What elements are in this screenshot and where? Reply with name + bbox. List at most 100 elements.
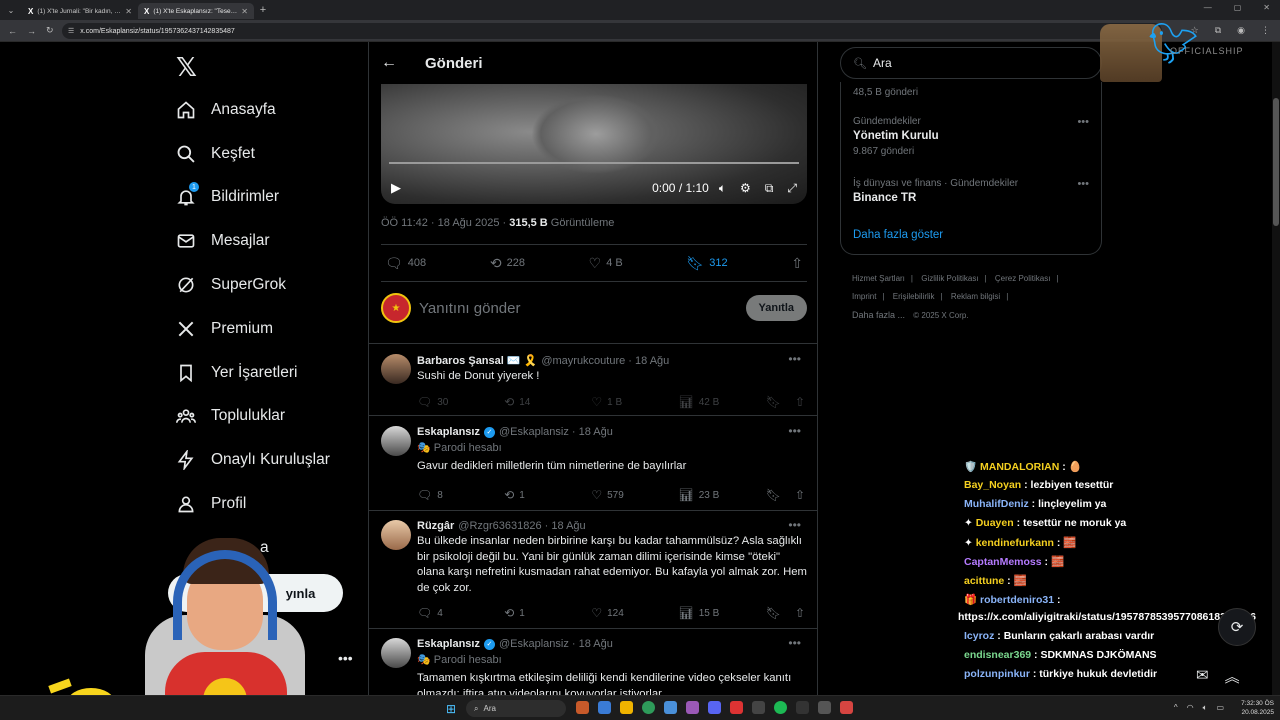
trend-item[interactable]: Gündemdekiler Yönetim Kurulu 9.867 gönde… bbox=[853, 116, 1089, 157]
like-action[interactable]: ♡ 124 bbox=[591, 606, 678, 620]
chevron-up-icon[interactable]: ^ bbox=[1174, 703, 1178, 713]
taskbar-app-icon[interactable] bbox=[840, 701, 853, 714]
footer-link[interactable]: Reklam bilgisi bbox=[951, 292, 1000, 301]
messages-drawer-icon[interactable]: ✉ bbox=[1196, 666, 1209, 687]
taskbar-search[interactable]: ⌕ Ara bbox=[466, 700, 566, 717]
settings-gear-icon[interactable]: ⚙ bbox=[740, 181, 751, 196]
volume-icon[interactable]: 🔈︎ bbox=[1203, 703, 1208, 713]
battery-icon[interactable]: ▭ bbox=[1216, 703, 1224, 713]
reply-input[interactable]: Yanıtını gönder bbox=[419, 300, 520, 317]
share-action[interactable]: ⇧ bbox=[791, 255, 803, 272]
nav-item-supergrok[interactable]: SuperGrok bbox=[176, 263, 330, 307]
close-window-icon[interactable]: ✕ bbox=[1263, 3, 1270, 12]
reply-button[interactable]: Yanıtla bbox=[745, 295, 807, 321]
views-action[interactable]: 📊︎ 23 B bbox=[679, 488, 766, 502]
footer-link[interactable]: Gizlilik Politikası bbox=[921, 274, 978, 283]
post-timestamp[interactable]: ÖÖ 11:42 · 18 Ağu 2025 · bbox=[381, 217, 509, 229]
author-handle[interactable]: @mayrukcouture · 18 Ağu bbox=[541, 355, 669, 367]
repost-action[interactable]: ⟲ 228 bbox=[490, 255, 525, 272]
tab-close-icon[interactable]: ✕ bbox=[241, 7, 248, 16]
avatar[interactable] bbox=[381, 354, 411, 384]
views-action[interactable]: 📊︎ 42 B bbox=[679, 395, 766, 409]
show-more-link[interactable]: Daha fazla göster bbox=[853, 229, 943, 241]
reply-action[interactable]: 🗨︎ 4 bbox=[417, 606, 504, 620]
author-handle[interactable]: @Rzgr63631826 · 18 Ağu bbox=[458, 520, 585, 532]
fullscreen-icon[interactable]: ⤢ bbox=[787, 181, 797, 196]
taskbar-app-icon[interactable] bbox=[796, 701, 809, 714]
x-logo-icon[interactable]: 𝕏 bbox=[176, 52, 197, 83]
expand-up-icon[interactable]: ︽ bbox=[1225, 666, 1240, 687]
volume-icon[interactable]: 🔈︎ bbox=[719, 181, 726, 196]
avatar[interactable] bbox=[381, 426, 411, 456]
bookmark-action[interactable]: 🔖︎ 312 bbox=[686, 255, 727, 272]
reply-action[interactable]: 🗨︎ 30 bbox=[417, 395, 504, 409]
tab-search-icon[interactable]: ⌄ bbox=[0, 0, 22, 20]
discord-icon[interactable] bbox=[708, 701, 721, 714]
author-name[interactable]: Rüzgâr bbox=[417, 520, 454, 532]
taskbar-app-icon[interactable] bbox=[752, 701, 765, 714]
taskbar-app-icon[interactable] bbox=[598, 701, 611, 714]
windows-start-icon[interactable]: ⊞ bbox=[446, 702, 456, 716]
pip-icon[interactable]: ⧉ bbox=[765, 181, 774, 196]
author-handle[interactable]: @Eskaplansiz · 18 Ağu bbox=[499, 638, 613, 650]
nav-item-communities[interactable]: Topluluklar bbox=[176, 395, 330, 439]
views-action[interactable]: 📊︎ 15 B bbox=[679, 606, 766, 620]
repost-action[interactable]: ⟲ 1 bbox=[504, 488, 591, 502]
video-progress-bar[interactable] bbox=[389, 162, 799, 164]
network-icon[interactable]: ◠ bbox=[1187, 703, 1194, 713]
bookmark-icon[interactable]: 🔖︎ bbox=[766, 488, 781, 502]
avatar[interactable] bbox=[381, 520, 411, 550]
taskbar-app-icon[interactable] bbox=[686, 701, 699, 714]
nav-item-home[interactable]: Anasayfa bbox=[176, 88, 330, 132]
share-icon[interactable]: ⇧ bbox=[795, 606, 805, 620]
chrome-icon[interactable] bbox=[642, 701, 655, 714]
back-arrow-icon[interactable]: ← bbox=[381, 54, 397, 72]
share-icon[interactable]: ⇧ bbox=[795, 395, 805, 409]
account-more-icon[interactable]: ••• bbox=[338, 650, 353, 666]
reply-action[interactable]: 🗨︎ 8 bbox=[417, 488, 504, 502]
author-name[interactable]: Eskaplansız bbox=[417, 426, 480, 438]
avatar[interactable]: ★ bbox=[381, 293, 411, 323]
browser-tab-2[interactable]: X (1) X'te Eskaplansız: "Tesettürlü ✕ bbox=[138, 3, 254, 19]
reply-tweet[interactable]: Rüzgâr @Rzgr63631826 · 18 Ağu ••• Bu ülk… bbox=[381, 518, 807, 620]
nav-item-bookmarks[interactable]: Yer İşaretleri bbox=[176, 351, 330, 395]
new-tab-icon[interactable]: + bbox=[254, 4, 272, 16]
avatar[interactable] bbox=[381, 638, 411, 668]
more-icon[interactable]: ••• bbox=[788, 352, 801, 366]
repost-action[interactable]: ⟲ 1 bbox=[504, 606, 591, 620]
taskbar-app-icon[interactable] bbox=[730, 701, 743, 714]
site-info-icon[interactable]: ☰ bbox=[68, 27, 74, 35]
play-icon[interactable]: ▶ bbox=[391, 180, 401, 196]
url-field[interactable]: ☰ x.com/Eskaplansiz/status/1957362437142… bbox=[62, 23, 1162, 39]
footer-link[interactable]: Imprint bbox=[852, 292, 876, 301]
author-handle[interactable]: @Eskaplansiz · 18 Ağu bbox=[499, 426, 613, 438]
nav-item-messages[interactable]: Mesajlar bbox=[176, 219, 330, 263]
maximize-icon[interactable]: ▢ bbox=[1234, 3, 1242, 12]
like-action[interactable]: ♡ 4 B bbox=[589, 255, 623, 272]
share-icon[interactable]: ⇧ bbox=[795, 488, 805, 502]
footer-link[interactable]: Daha fazla ... bbox=[852, 310, 905, 320]
back-icon[interactable]: ← bbox=[8, 26, 17, 36]
taskbar-app-icon[interactable] bbox=[576, 701, 589, 714]
browser-tab-1[interactable]: X (1) X'te Jurnali: "Bir kadın, kendi ✕ bbox=[22, 3, 138, 19]
scrollbar[interactable] bbox=[1272, 42, 1280, 695]
bookmark-icon[interactable]: 🔖︎ bbox=[766, 606, 781, 620]
trend-item[interactable]: İş dünyası ve finans · Gündemdekiler Bin… bbox=[853, 178, 1089, 204]
footer-link[interactable]: Erişilebilirlik bbox=[893, 292, 935, 301]
forward-icon[interactable]: → bbox=[27, 26, 36, 36]
footer-link[interactable]: Hizmet Şartları bbox=[852, 274, 905, 283]
more-icon[interactable]: ••• bbox=[788, 518, 801, 532]
more-icon[interactable]: ••• bbox=[788, 424, 801, 438]
more-icon[interactable]: ••• bbox=[788, 636, 801, 650]
more-icon[interactable]: ••• bbox=[1077, 116, 1089, 128]
menu-icon[interactable]: ⋮ bbox=[1261, 25, 1270, 36]
bookmark-icon[interactable]: 🔖︎ bbox=[766, 395, 781, 409]
author-name[interactable]: Eskaplansız bbox=[417, 638, 480, 650]
scrollbar-thumb[interactable] bbox=[1273, 98, 1279, 226]
reply-action[interactable]: 🗨︎ 408 bbox=[385, 255, 426, 272]
search-input[interactable]: 🔍︎ Ara bbox=[840, 47, 1102, 79]
repost-action[interactable]: ⟲ 14 bbox=[504, 395, 591, 409]
grok-floating-button[interactable]: ⟳ bbox=[1218, 608, 1256, 646]
reload-icon[interactable]: ↻ bbox=[46, 25, 54, 36]
nav-item-explore[interactable]: Keşfet bbox=[176, 132, 330, 176]
